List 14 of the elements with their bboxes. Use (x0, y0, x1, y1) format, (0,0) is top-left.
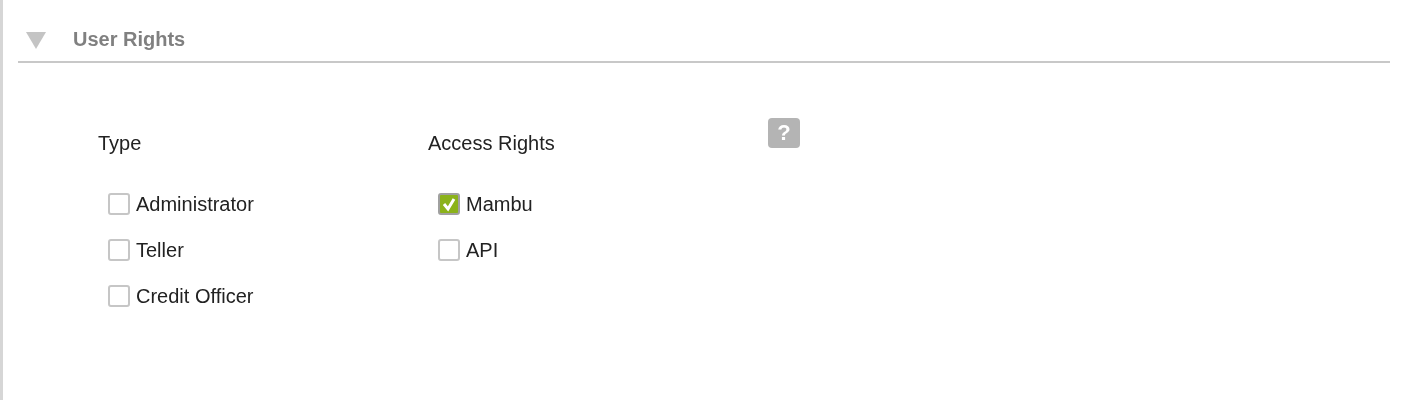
checkbox-option[interactable]: Administrator (108, 191, 254, 217)
checkbox[interactable] (438, 193, 460, 215)
checkbox-option[interactable]: Mambu (438, 191, 533, 217)
group-label: Access Rights (428, 132, 556, 155)
checkbox-option[interactable]: Teller (108, 237, 184, 263)
checkbox[interactable] (108, 239, 130, 261)
checkbox[interactable] (438, 239, 460, 261)
checkbox-option[interactable]: Credit Officer (108, 283, 254, 309)
checkbox[interactable] (108, 285, 130, 307)
group-label: Type (98, 132, 143, 155)
checkbox[interactable] (108, 193, 130, 215)
section-title: User Rights (73, 28, 186, 51)
checkbox-option[interactable]: API (438, 237, 499, 263)
collapse-triangle-icon[interactable] (25, 29, 47, 50)
